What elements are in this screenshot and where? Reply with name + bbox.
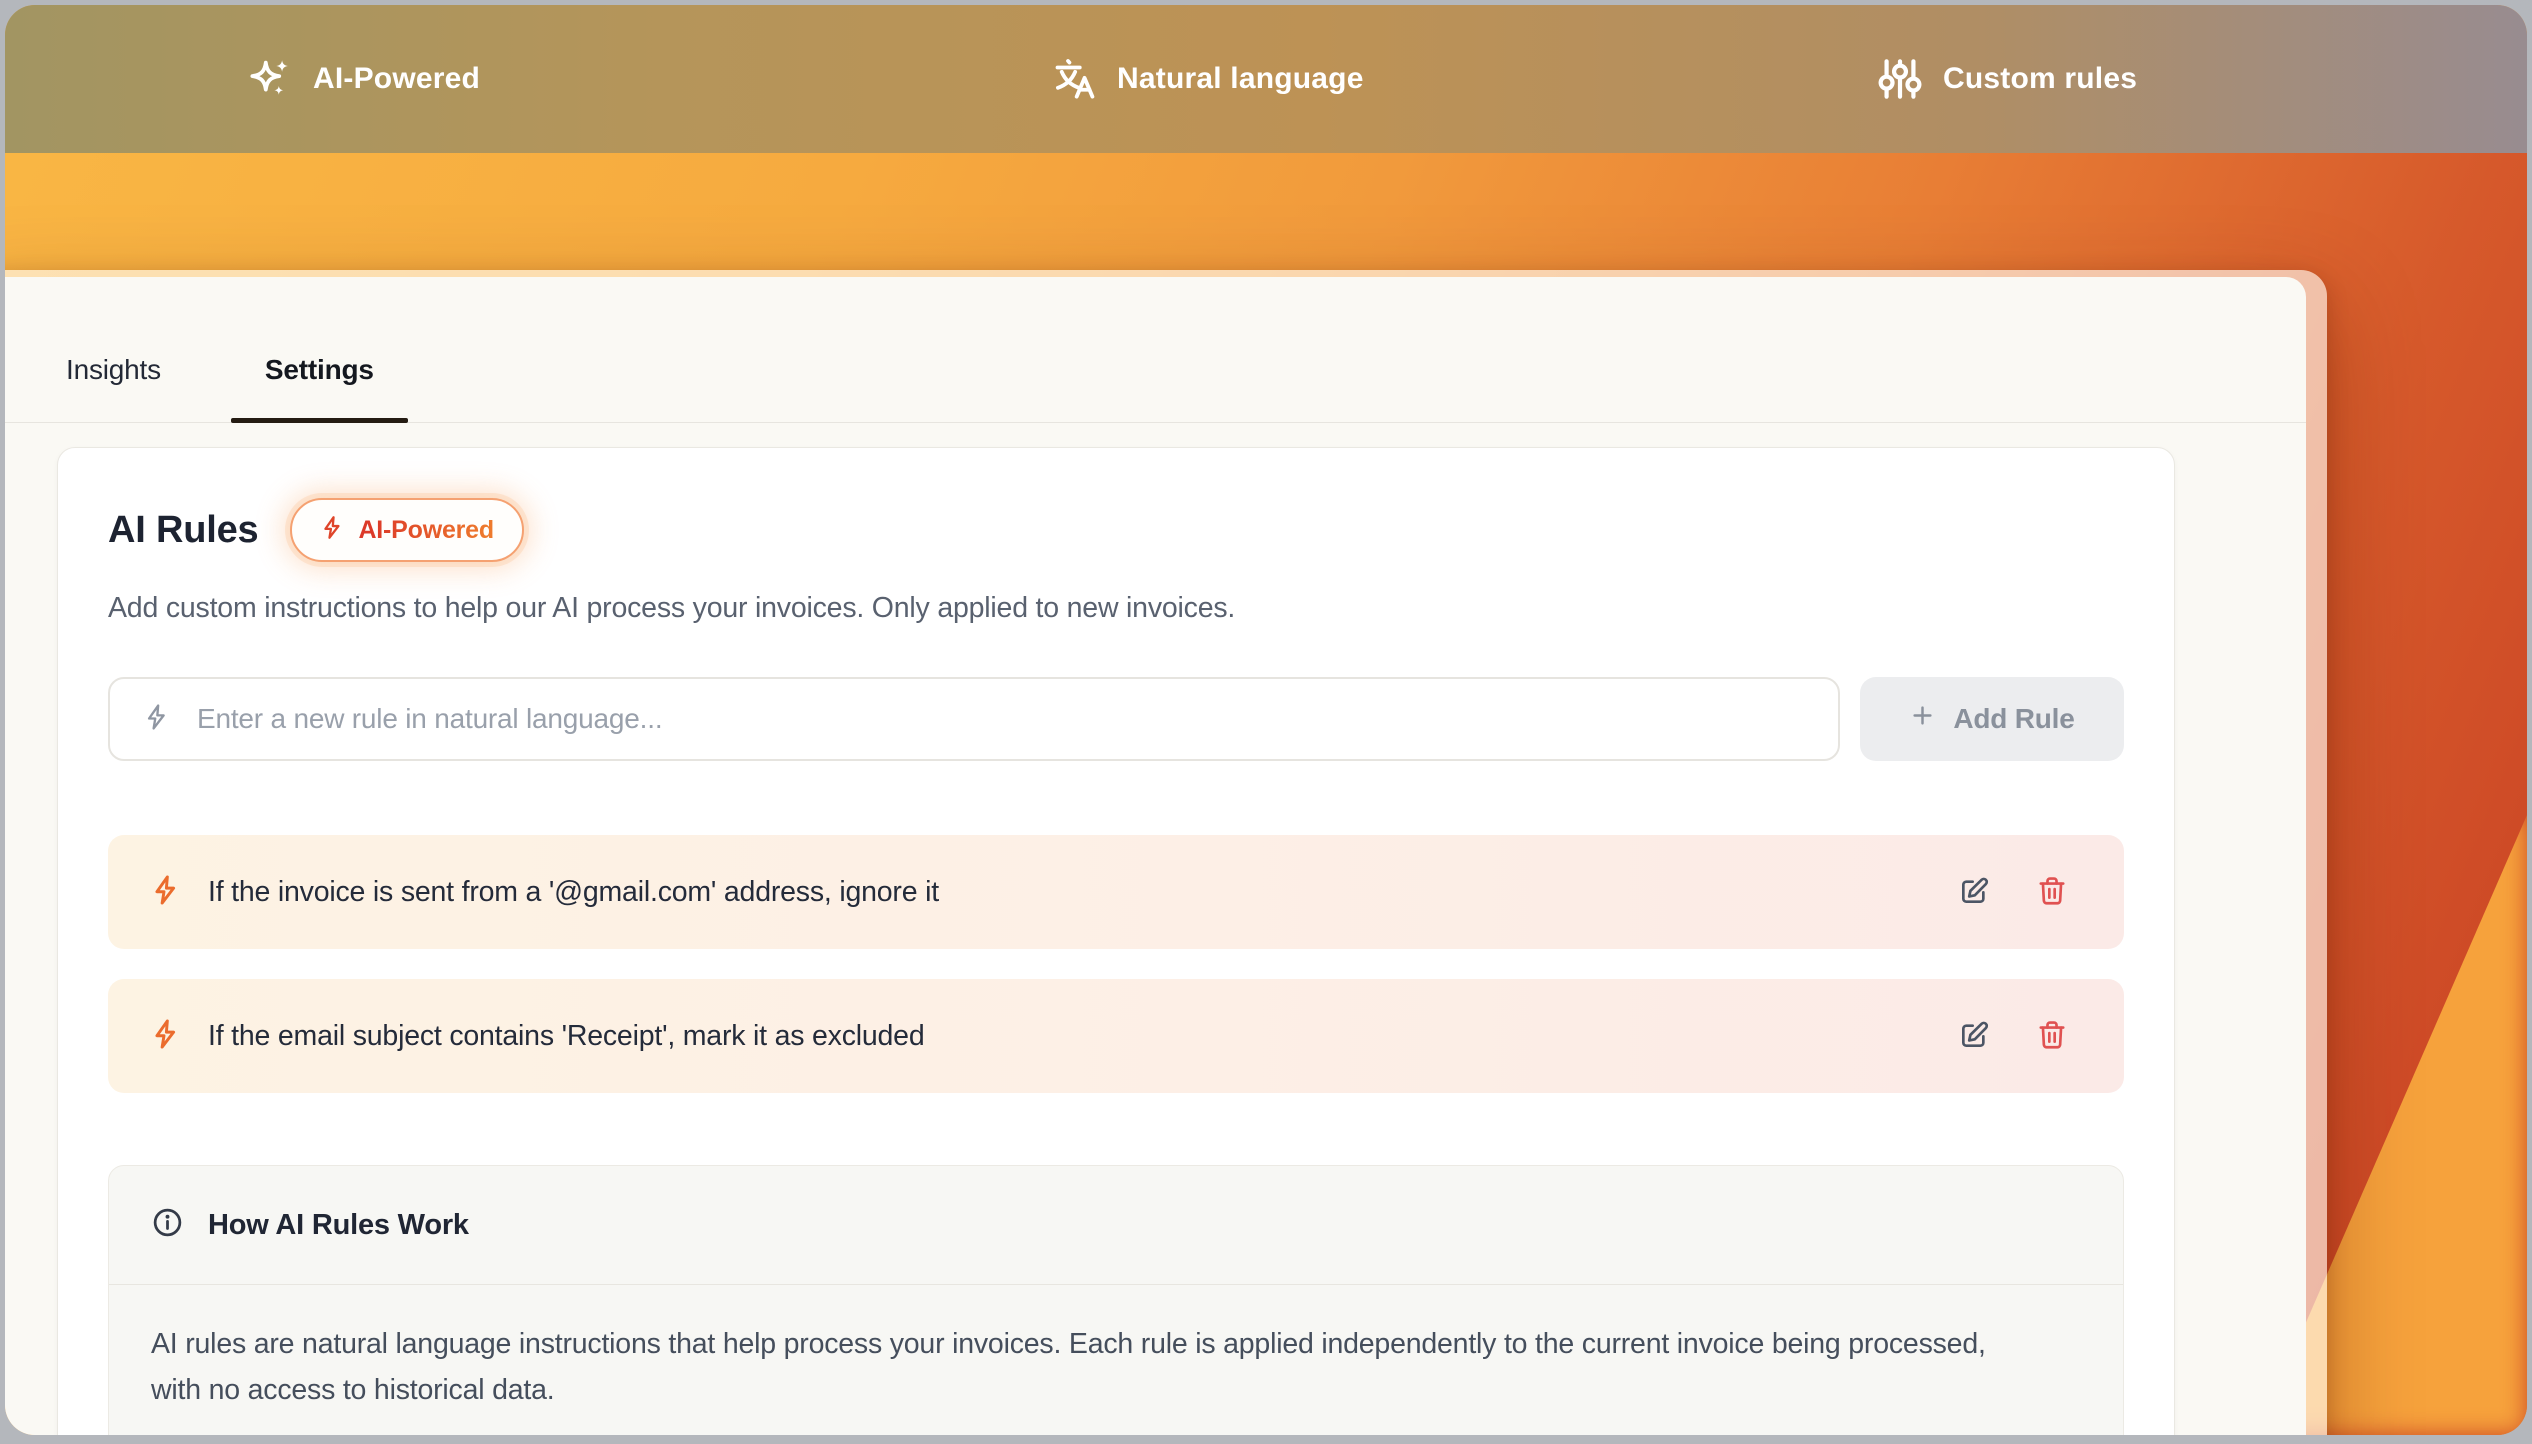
rule-row: If the email subject contains 'Receipt',… xyxy=(108,979,2124,1093)
sparkles-icon xyxy=(247,56,293,102)
card-title: AI Rules xyxy=(108,509,258,552)
tab-insights[interactable]: Insights xyxy=(66,354,161,422)
rule-input-row: Add Rule xyxy=(108,677,2124,761)
app-canvas: AI-Powered Natural language xyxy=(5,5,2527,1435)
screenshot-stage: AI-Powered Natural language xyxy=(0,0,2532,1444)
ai-rules-card: AI Rules AI-Powered Add custom instructi… xyxy=(57,447,2175,1435)
feature-ai-powered: AI-Powered xyxy=(247,5,480,153)
badge-label: AI-Powered xyxy=(358,516,494,545)
rule-input-container xyxy=(108,677,1840,761)
info-box-header: How AI Rules Work xyxy=(109,1166,2123,1285)
edit-rule-button[interactable] xyxy=(1958,1019,1990,1054)
feature-label: Custom rules xyxy=(1943,62,2137,96)
feature-bar: AI-Powered Natural language xyxy=(5,5,2527,153)
sliders-icon xyxy=(1877,56,1923,102)
translate-icon xyxy=(1051,56,1097,102)
info-icon xyxy=(151,1206,184,1244)
rule-actions xyxy=(1958,875,2068,910)
rule-row: If the invoice is sent from a '@gmail.co… xyxy=(108,835,2124,949)
trash-icon xyxy=(2036,875,2068,910)
info-box-title: How AI Rules Work xyxy=(208,1209,469,1242)
feature-custom-rules: Custom rules xyxy=(1877,5,2137,153)
trash-icon xyxy=(2036,1019,2068,1054)
edit-icon xyxy=(1958,1019,1990,1054)
tab-bar: Insights Settings xyxy=(5,277,2306,423)
rules-list: If the invoice is sent from a '@gmail.co… xyxy=(108,835,2124,1093)
app-window-content: Insights Settings AI Rules xyxy=(5,277,2306,1435)
feature-natural-language: Natural language xyxy=(1051,5,1364,153)
new-rule-input[interactable] xyxy=(195,702,1808,736)
ai-powered-badge: AI-Powered xyxy=(290,498,524,562)
add-rule-button[interactable]: Add Rule xyxy=(1860,677,2124,761)
rule-text: If the email subject contains 'Receipt',… xyxy=(208,1020,1932,1053)
card-description: Add custom instructions to help our AI p… xyxy=(108,592,2124,625)
rule-text: If the invoice is sent from a '@gmail.co… xyxy=(208,876,1932,909)
feature-label: AI-Powered xyxy=(313,62,480,96)
edit-icon xyxy=(1958,875,1990,910)
delete-rule-button[interactable] xyxy=(2036,875,2068,910)
bolt-icon xyxy=(143,703,171,736)
tab-settings-label: Settings xyxy=(265,354,374,385)
active-tab-underline xyxy=(231,418,408,423)
card-title-row: AI Rules AI-Powered xyxy=(108,498,2124,562)
bolt-icon xyxy=(150,1018,182,1055)
bolt-icon xyxy=(320,515,345,545)
bolt-icon xyxy=(150,874,182,911)
how-ai-rules-work-box: How AI Rules Work AI rules are natural l… xyxy=(108,1165,2124,1435)
app-window: Insights Settings AI Rules xyxy=(5,270,2327,1435)
add-rule-label: Add Rule xyxy=(1953,703,2074,735)
plus-icon xyxy=(1909,702,1936,736)
info-box-body: AI rules are natural language instructio… xyxy=(109,1285,2053,1435)
feature-label: Natural language xyxy=(1117,62,1364,96)
delete-rule-button[interactable] xyxy=(2036,1019,2068,1054)
tab-settings[interactable]: Settings xyxy=(231,354,408,422)
rule-actions xyxy=(1958,1019,2068,1054)
edit-rule-button[interactable] xyxy=(1958,875,1990,910)
